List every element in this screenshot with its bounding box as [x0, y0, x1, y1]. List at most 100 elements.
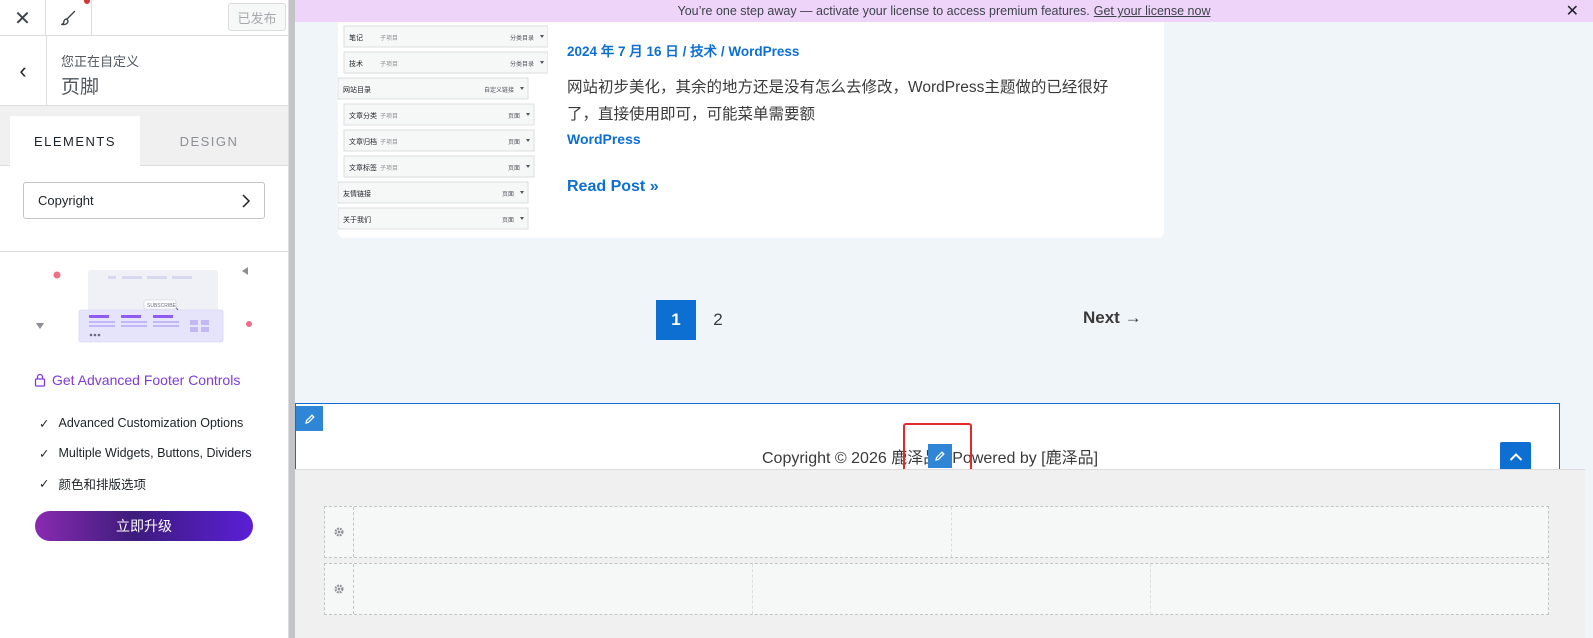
- read-post-link[interactable]: Read Post »: [567, 178, 659, 196]
- builder-column[interactable]: [354, 564, 753, 614]
- publish-button[interactable]: 已发布: [228, 3, 286, 31]
- customizing-label: 您正在自定义: [61, 54, 140, 69]
- thumbnail-menu-row: 网站目录 自定义链接: [338, 77, 529, 100]
- theme-styles-button[interactable]: [46, 0, 92, 36]
- divider: [0, 251, 289, 252]
- section-title: 页脚: [61, 77, 100, 98]
- post-category-link[interactable]: 技术: [690, 44, 717, 59]
- thumbnail-row-type: 页面: [508, 113, 520, 120]
- back-button[interactable]: ‹: [0, 36, 47, 106]
- customizer-panel: ✕ 已发布 ‹ 您正在自定义 页脚 ELEMENTS DESIGN Copyri…: [0, 0, 289, 638]
- thumbnail-row-label: 技术: [349, 59, 363, 68]
- gear-icon: [334, 584, 344, 594]
- upsell-title[interactable]: Get Advanced Footer Controls: [34, 372, 240, 388]
- close-customizer-button[interactable]: ✕: [0, 0, 46, 36]
- pagination-next[interactable]: Next →: [1083, 308, 1142, 328]
- builder-column[interactable]: [753, 564, 1151, 614]
- thumbnail-menu-row: 文章归档 子项目 页面: [343, 129, 535, 152]
- thumbnail-row-sublabel: 子项目: [380, 113, 398, 120]
- builder-row[interactable]: [324, 506, 1549, 558]
- thumbnail-row-type: 页面: [502, 217, 514, 224]
- thumbnail-menu-row: 友情链接 页面: [338, 181, 529, 204]
- check-icon: ✓: [39, 476, 50, 491]
- thumbnail-row-type: 自定义链接: [484, 86, 514, 94]
- copyright-element-label: Copyright: [38, 193, 94, 208]
- footer-builder: [295, 469, 1593, 638]
- post-excerpt: 网站初步美化，其余的地方还是没有怎么去修改，WordPress主题做的已经很好了…: [567, 79, 1109, 123]
- builder-column[interactable]: [354, 507, 952, 557]
- illustration-badge-text: SUBSCRIBE: [147, 303, 177, 309]
- pagination-page-2[interactable]: 2: [701, 300, 735, 340]
- thumbnail-row-sublabel: 子项目: [380, 35, 398, 42]
- license-link[interactable]: Get your license now: [1094, 4, 1211, 18]
- thumbnail-menu-row: 文章标签 子项目 页面: [343, 155, 535, 178]
- edit-footer-button[interactable]: [296, 406, 323, 431]
- post-tag-link[interactable]: WordPress: [567, 131, 641, 147]
- post-thumbnail[interactable]: 笔记 子项目 分类目录技术 子项目 分类目录网站目录 自定义链接文章分类 子项目 页面文章归档…: [338, 22, 548, 232]
- post-category-link[interactable]: WordPress: [728, 44, 799, 59]
- pencil-icon: [304, 413, 315, 424]
- site-preview: 笔记 子项目 分类目录 技术 子项目 分类目录 网站目录 自定义链接 文章分类 子项目 页面 文章归档…: [295, 0, 1593, 638]
- customizer-header: ✕ 已发布: [0, 0, 288, 36]
- builder-row[interactable]: [324, 563, 1549, 615]
- thumbnail-menu-row: 技术 子项目 分类目录: [343, 51, 548, 74]
- feature-text: Multiple Widgets, Buttons, Dividers: [58, 446, 252, 460]
- thumbnail-row-sublabel: 子项目: [380, 165, 398, 172]
- meta-separator: /: [678, 44, 691, 59]
- thumbnail-row-label: 友情链接: [343, 189, 371, 198]
- brush-icon: [60, 10, 75, 26]
- feature-text: 颜色和排版选项: [58, 477, 146, 492]
- thumbnail-row-type: 页面: [502, 191, 514, 198]
- row-settings-button[interactable]: [325, 564, 354, 614]
- chevron-right-icon: [242, 194, 251, 208]
- thumbnail-row-sublabel: 子项目: [380, 139, 398, 146]
- thumbnail-row-type: 页面: [508, 139, 520, 146]
- check-icon: ✓: [39, 446, 50, 461]
- copyright-element-button[interactable]: Copyright: [23, 182, 265, 219]
- thumbnail-row-label: 网站目录: [343, 85, 371, 94]
- feature-item: ✓ 颜色和排版选项: [39, 468, 252, 498]
- feature-list: ✓ Advanced Customization Options ✓ Multi…: [39, 408, 252, 498]
- thumbnail-row-label: 笔记: [349, 33, 363, 42]
- thumbnail-row-type: 分类目录: [510, 34, 534, 42]
- tab-elements[interactable]: ELEMENTS: [10, 116, 140, 166]
- feature-text: Advanced Customization Options: [58, 416, 244, 430]
- thumbnail-menu-row: 笔记 子项目 分类目录: [343, 25, 548, 48]
- pencil-icon: [935, 451, 945, 461]
- notice-text: You’re one step away — activate your lic…: [677, 4, 1090, 18]
- panel-tabs: ELEMENTS DESIGN: [0, 106, 288, 166]
- section-header: ‹ 您正在自定义 页脚: [0, 36, 288, 106]
- close-notice-icon[interactable]: ✕: [1566, 1, 1579, 21]
- upgrade-button[interactable]: 立即升级: [35, 511, 253, 541]
- lock-icon: [34, 373, 46, 387]
- footer-illustration: SUBSCRIBE: [36, 267, 252, 343]
- license-notice: You’re one step away — activate your lic…: [295, 0, 1593, 22]
- tab-design[interactable]: DESIGN: [139, 116, 279, 166]
- thumbnail-row-sublabel: 子项目: [380, 61, 398, 68]
- post-date[interactable]: 2024 年 7 月 16 日: [567, 44, 679, 59]
- meta-separator: /: [717, 44, 729, 59]
- pagination-current[interactable]: 1: [656, 300, 696, 340]
- scroll-to-top-button[interactable]: [1500, 442, 1531, 471]
- edit-copyright-button[interactable]: [928, 444, 952, 468]
- row-settings-button[interactable]: [325, 507, 354, 557]
- feature-item: ✓ Advanced Customization Options: [39, 408, 252, 438]
- thumbnail-menu-row: 关于我们 页面: [338, 207, 529, 230]
- thumbnail-menu-row: 文章分类 子项目 页面: [343, 103, 535, 126]
- thumbnail-row-label: 文章标签: [349, 163, 377, 172]
- thumbnail-row-type: 页面: [508, 165, 520, 172]
- thumbnail-row-label: 文章分类: [349, 111, 377, 120]
- post-meta: 2024 年 7 月 16 日 / 技术 / WordPress: [567, 40, 799, 60]
- thumbnail-row-label: 关于我们: [343, 215, 371, 224]
- gear-icon: [334, 527, 344, 537]
- chevron-up-icon: [1509, 452, 1522, 461]
- thumbnail-row-label: 文章归档: [349, 137, 377, 146]
- upsell-title-text: Get Advanced Footer Controls: [52, 372, 241, 388]
- check-icon: ✓: [39, 416, 50, 431]
- preview-scrollbar[interactable]: [1585, 22, 1593, 638]
- close-icon: ✕: [14, 7, 31, 30]
- chevron-left-icon: ‹: [19, 58, 27, 83]
- site-footer: Copyright © 2026 鹿泽品 | Powered by [鹿泽品]: [295, 403, 1560, 477]
- thumbnail-row-type: 分类目录: [510, 60, 534, 68]
- feature-item: ✓ Multiple Widgets, Buttons, Dividers: [39, 438, 252, 468]
